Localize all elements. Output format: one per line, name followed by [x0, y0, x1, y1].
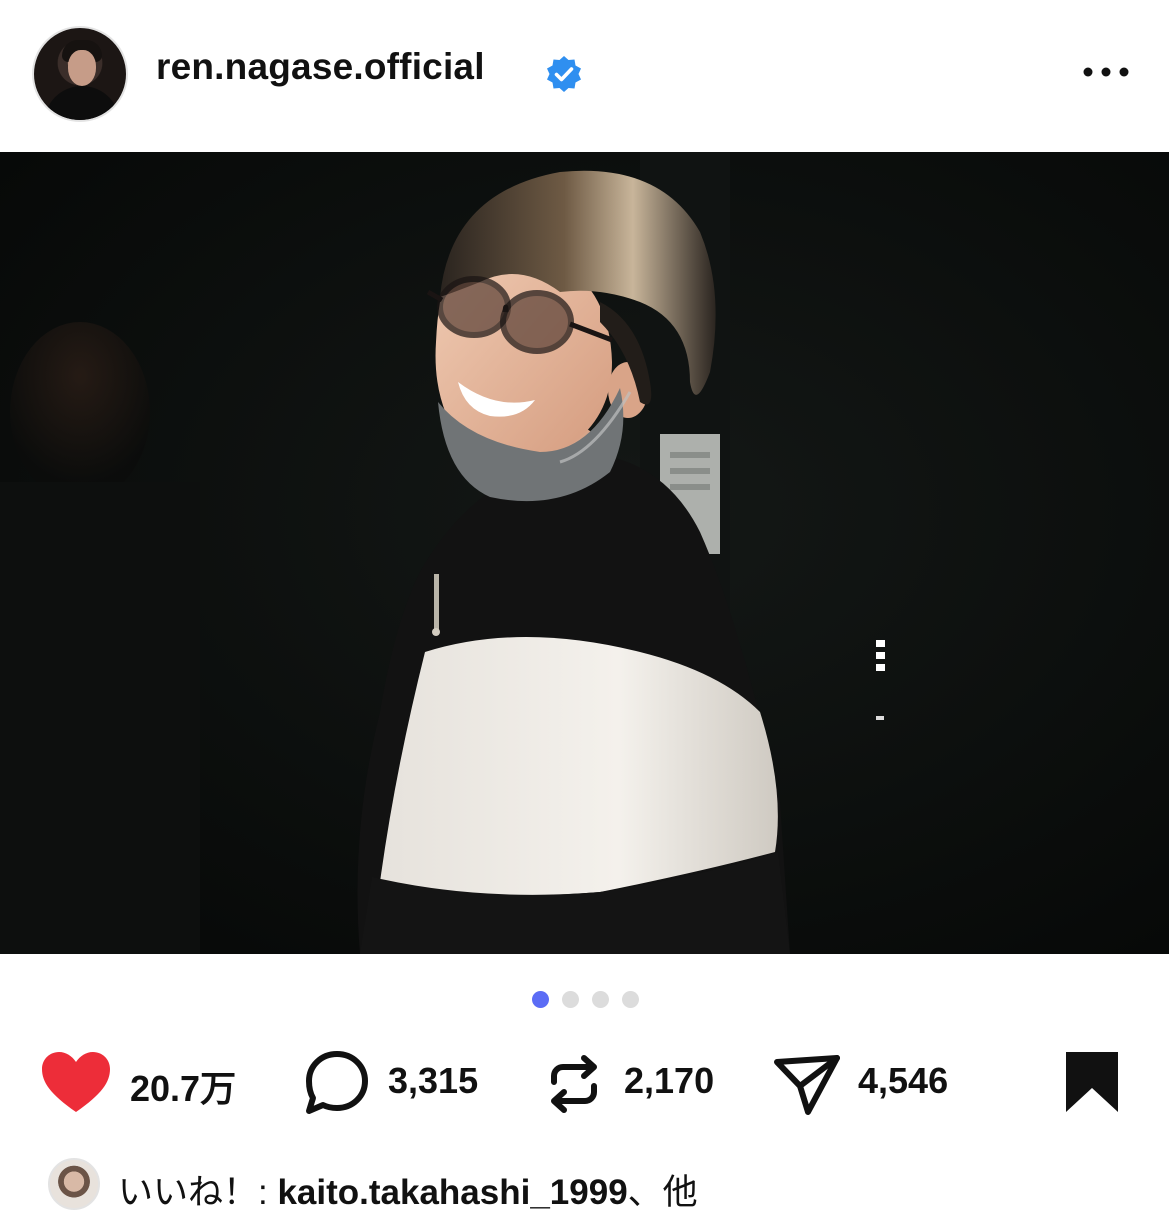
post-header: ren.nagase.official — [0, 0, 1169, 152]
comment-count[interactable]: 3,315 — [388, 1060, 478, 1102]
profile-avatar[interactable] — [32, 26, 128, 122]
username[interactable]: ren.nagase.official — [156, 46, 485, 88]
action-bar: 20.7万 3,315 2,170 4,546 — [0, 1040, 1169, 1126]
like-count[interactable]: 20.7万 — [130, 1060, 236, 1112]
carousel-dot[interactable] — [622, 991, 639, 1008]
carousel-dot[interactable] — [532, 991, 549, 1008]
liked-by-text: いいね！: kaito.takahashi_1999、他 — [118, 1164, 698, 1215]
carousel-dot[interactable] — [562, 991, 579, 1008]
repost-icon[interactable] — [542, 1052, 606, 1116]
share-count[interactable]: 4,546 — [858, 1060, 948, 1102]
repost-count[interactable]: 2,170 — [624, 1060, 714, 1102]
carousel-indicator — [0, 990, 1169, 1010]
heart-icon[interactable] — [40, 1050, 112, 1114]
instagram-post: ren.nagase.official 20.7万 3,315 2,170 4,… — [0, 0, 1169, 1221]
photo-illustration — [0, 152, 1169, 954]
liked-by-user[interactable]: kaito.takahashi_1999 — [277, 1173, 627, 1212]
send-icon[interactable] — [772, 1052, 842, 1116]
bookmark-icon[interactable] — [1064, 1050, 1120, 1114]
post-photo[interactable] — [0, 152, 1169, 954]
carousel-dot[interactable] — [592, 991, 609, 1008]
verified-badge-icon — [547, 56, 581, 92]
liker-avatar[interactable] — [48, 1158, 100, 1210]
comment-icon[interactable] — [302, 1048, 372, 1118]
liked-by-suffix[interactable]: 、他 — [628, 1173, 698, 1212]
liked-by-prefix: いいね！: — [118, 1173, 278, 1212]
liked-by-row: いいね！: kaito.takahashi_1999、他 — [0, 1150, 1169, 1220]
more-options-icon[interactable] — [1080, 60, 1132, 84]
